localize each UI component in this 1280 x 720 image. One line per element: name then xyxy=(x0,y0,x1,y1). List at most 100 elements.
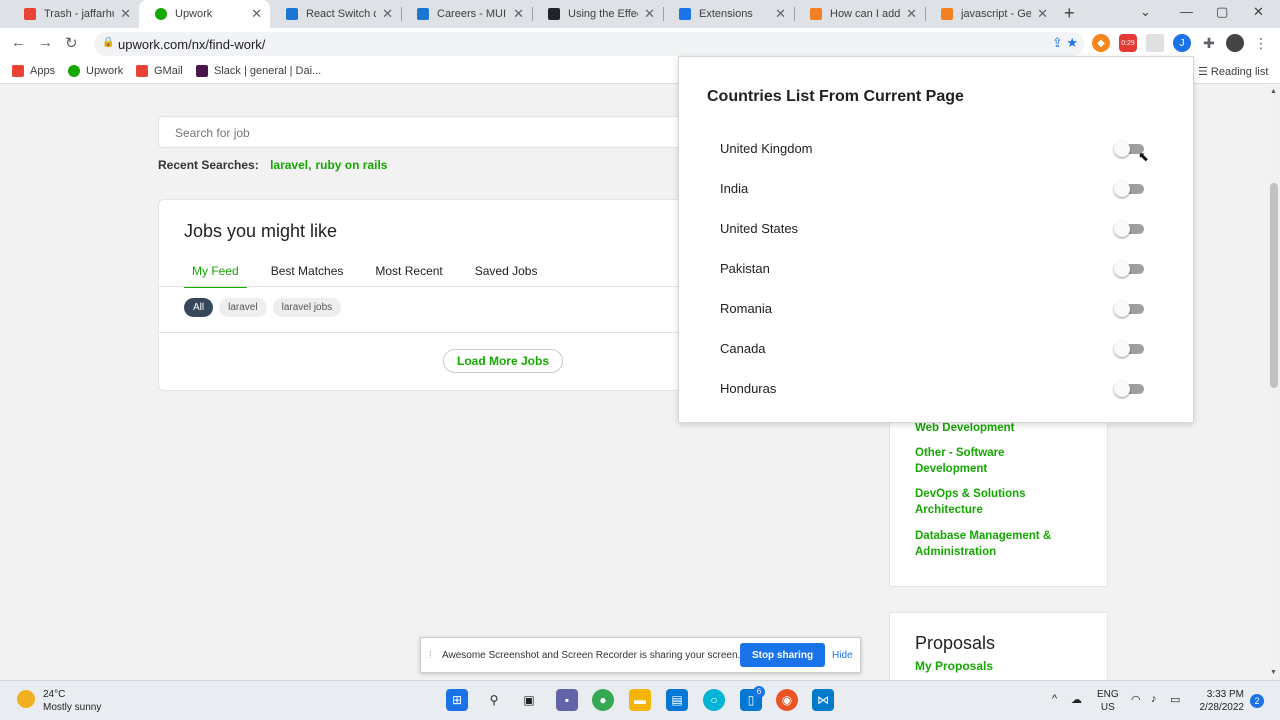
minimize-button[interactable]: — xyxy=(1180,4,1193,19)
bookmark-gmail[interactable]: GMail xyxy=(136,65,183,77)
country-name: United States xyxy=(720,221,799,236)
cloud-icon[interactable]: ☁ xyxy=(1071,693,1082,706)
category-link[interactable]: DevOps & Solutions Architecture xyxy=(915,486,1040,518)
bookmark-label: Upwork xyxy=(86,65,124,77)
volume-icon[interactable]: ♪ xyxy=(1151,693,1157,705)
tab-my-feed[interactable]: My Feed xyxy=(184,262,247,288)
tab-upwork[interactable]: Upwork ✕ xyxy=(139,0,270,28)
recent-search-laravel[interactable]: laravel, xyxy=(270,158,311,172)
chrome-icon[interactable]: ● xyxy=(592,689,614,711)
country-toggle[interactable] xyxy=(1114,221,1148,237)
reading-list-button[interactable]: ☰ Reading list xyxy=(1198,65,1268,78)
url-text: upwork.com/nx/find-work/ xyxy=(118,36,266,52)
tab-saved-jobs[interactable]: Saved Jobs xyxy=(467,262,546,288)
metamask-icon[interactable]: ◆ xyxy=(1092,34,1110,52)
puzzle-icon[interactable]: ✚ xyxy=(1200,34,1218,52)
country-toggle[interactable] xyxy=(1114,301,1148,317)
tab-best-matches[interactable]: Best Matches xyxy=(263,262,352,288)
file-explorer-icon[interactable]: ▬ xyxy=(629,689,651,711)
country-toggle[interactable] xyxy=(1114,381,1148,397)
tab-most-recent[interactable]: Most Recent xyxy=(367,262,450,288)
store-icon[interactable]: ▤ xyxy=(666,689,688,711)
wifi-icon[interactable]: ◠ xyxy=(1131,693,1141,706)
notification-badge: 6 xyxy=(753,686,765,698)
country-toggle[interactable] xyxy=(1114,341,1148,357)
extension-icon[interactable] xyxy=(1146,34,1164,52)
stop-sharing-button[interactable]: Stop sharing xyxy=(740,643,825,667)
tab-careers-mui[interactable]: Careers - MUI ✕ xyxy=(401,0,532,28)
screen-recorder-icon[interactable]: 0:29 xyxy=(1119,34,1137,52)
bookmark-star-icon[interactable]: ⇪ ★ xyxy=(1052,35,1078,51)
chip-laravel[interactable]: laravel xyxy=(219,298,267,317)
ubuntu-icon[interactable]: ◉ xyxy=(776,689,798,711)
sun-icon[interactable] xyxy=(17,690,35,708)
close-icon[interactable]: ✕ xyxy=(251,6,262,22)
language-indicator[interactable]: ENG US xyxy=(1097,688,1119,714)
back-icon[interactable]: ← xyxy=(11,34,26,51)
windows-taskbar: 24°C Mostly sunny ⊞ ⚲ ▣ ▪ ● ▬ ▤ ○ ▯ 6 ◉ … xyxy=(0,680,1280,720)
menu-icon[interactable]: ⋮ xyxy=(1252,34,1270,52)
j-extension-icon[interactable]: J xyxy=(1173,34,1191,52)
gmail-icon xyxy=(136,65,148,77)
search-icon[interactable]: ⚲ xyxy=(483,689,505,711)
close-icon[interactable]: ✕ xyxy=(644,6,655,22)
tab-how-can-i[interactable]: How can I add a l ✕ xyxy=(794,0,925,28)
tab-title: Upwork xyxy=(175,8,213,20)
bookmark-slack[interactable]: Slack | general | Dai... xyxy=(196,65,321,77)
tab-using-effect[interactable]: Using the Effect H ✕ xyxy=(532,0,663,28)
vscode-icon[interactable]: ⋈ xyxy=(812,689,834,711)
new-tab-button[interactable]: + xyxy=(1064,3,1075,24)
weather-widget[interactable]: 24°C Mostly sunny xyxy=(43,688,101,714)
tab-javascript[interactable]: javascript - Gettin ✕ xyxy=(925,0,1056,28)
category-link[interactable]: Other - Software Development xyxy=(915,445,1010,477)
page-scrollbar[interactable]: ▲ ▼ xyxy=(1268,85,1280,680)
clock[interactable]: 3:33 PM 2/28/2022 xyxy=(1192,688,1245,714)
notification-count[interactable]: 2 xyxy=(1250,694,1264,708)
bookmark-label: Slack | general | Dai... xyxy=(214,65,322,77)
lock-icon: 🔒 xyxy=(102,37,115,48)
teams-chat-icon[interactable]: ▪ xyxy=(556,689,578,711)
close-icon[interactable]: ✕ xyxy=(382,6,393,22)
tab-search-icon[interactable]: ⌄ xyxy=(1140,4,1151,20)
battery-icon[interactable]: ▭ xyxy=(1170,693,1180,706)
windows-start-icon[interactable]: ⊞ xyxy=(446,689,468,711)
close-icon[interactable]: ✕ xyxy=(906,6,917,22)
tab-react-switch[interactable]: React Switch com ✕ xyxy=(270,0,401,28)
tab-extensions[interactable]: Extensions ✕ xyxy=(663,0,794,28)
category-link[interactable]: Database Management & Administration xyxy=(915,528,1065,560)
chip-laravel-jobs[interactable]: laravel jobs xyxy=(272,298,342,317)
slack-icon xyxy=(196,65,208,77)
task-view-icon[interactable]: ▣ xyxy=(518,689,540,711)
chip-all[interactable]: All xyxy=(184,298,214,317)
reload-icon[interactable]: ↻ xyxy=(65,34,78,52)
country-row: Honduras xyxy=(679,369,1195,409)
close-icon[interactable]: ✕ xyxy=(775,6,786,22)
maximize-button[interactable]: ▢ xyxy=(1216,4,1228,20)
scroll-up-icon[interactable]: ▲ xyxy=(1270,88,1277,95)
my-proposals-link[interactable]: My Proposals xyxy=(915,659,993,673)
search-input[interactable]: Search for job xyxy=(158,116,698,148)
cortana-icon[interactable]: ○ xyxy=(703,689,725,711)
close-icon[interactable]: ✕ xyxy=(120,6,131,22)
chevron-up-icon[interactable]: ^ xyxy=(1052,693,1057,705)
recent-search-ruby[interactable]: ruby on rails xyxy=(315,158,387,172)
country-toggle[interactable] xyxy=(1114,181,1148,197)
bookmark-apps[interactable]: Apps xyxy=(12,65,55,77)
country-row: Romania xyxy=(679,289,1195,329)
address-bar[interactable]: 🔒 upwork.com/nx/find-work/ ⇪ ★ xyxy=(94,32,1084,56)
load-more-button[interactable]: Load More Jobs xyxy=(443,349,563,373)
scroll-down-icon[interactable]: ▼ xyxy=(1270,669,1277,676)
country-toggle[interactable] xyxy=(1114,261,1148,277)
scrollbar-thumb[interactable] xyxy=(1270,183,1278,388)
hide-button[interactable]: Hide xyxy=(832,650,853,661)
avatar[interactable] xyxy=(1226,34,1244,52)
bookmark-upwork[interactable]: Upwork xyxy=(68,65,123,77)
country-row: India xyxy=(679,169,1195,209)
forward-icon[interactable]: → xyxy=(38,34,53,51)
close-window-button[interactable]: ✕ xyxy=(1253,4,1264,20)
drag-handle-icon[interactable]: ⁞ xyxy=(429,650,432,661)
tab-trash[interactable]: Trash - jaffarhussa ✕ xyxy=(8,0,139,28)
bookmark-label: GMail xyxy=(154,65,183,77)
close-icon[interactable]: ✕ xyxy=(1037,6,1048,22)
close-icon[interactable]: ✕ xyxy=(513,6,524,22)
